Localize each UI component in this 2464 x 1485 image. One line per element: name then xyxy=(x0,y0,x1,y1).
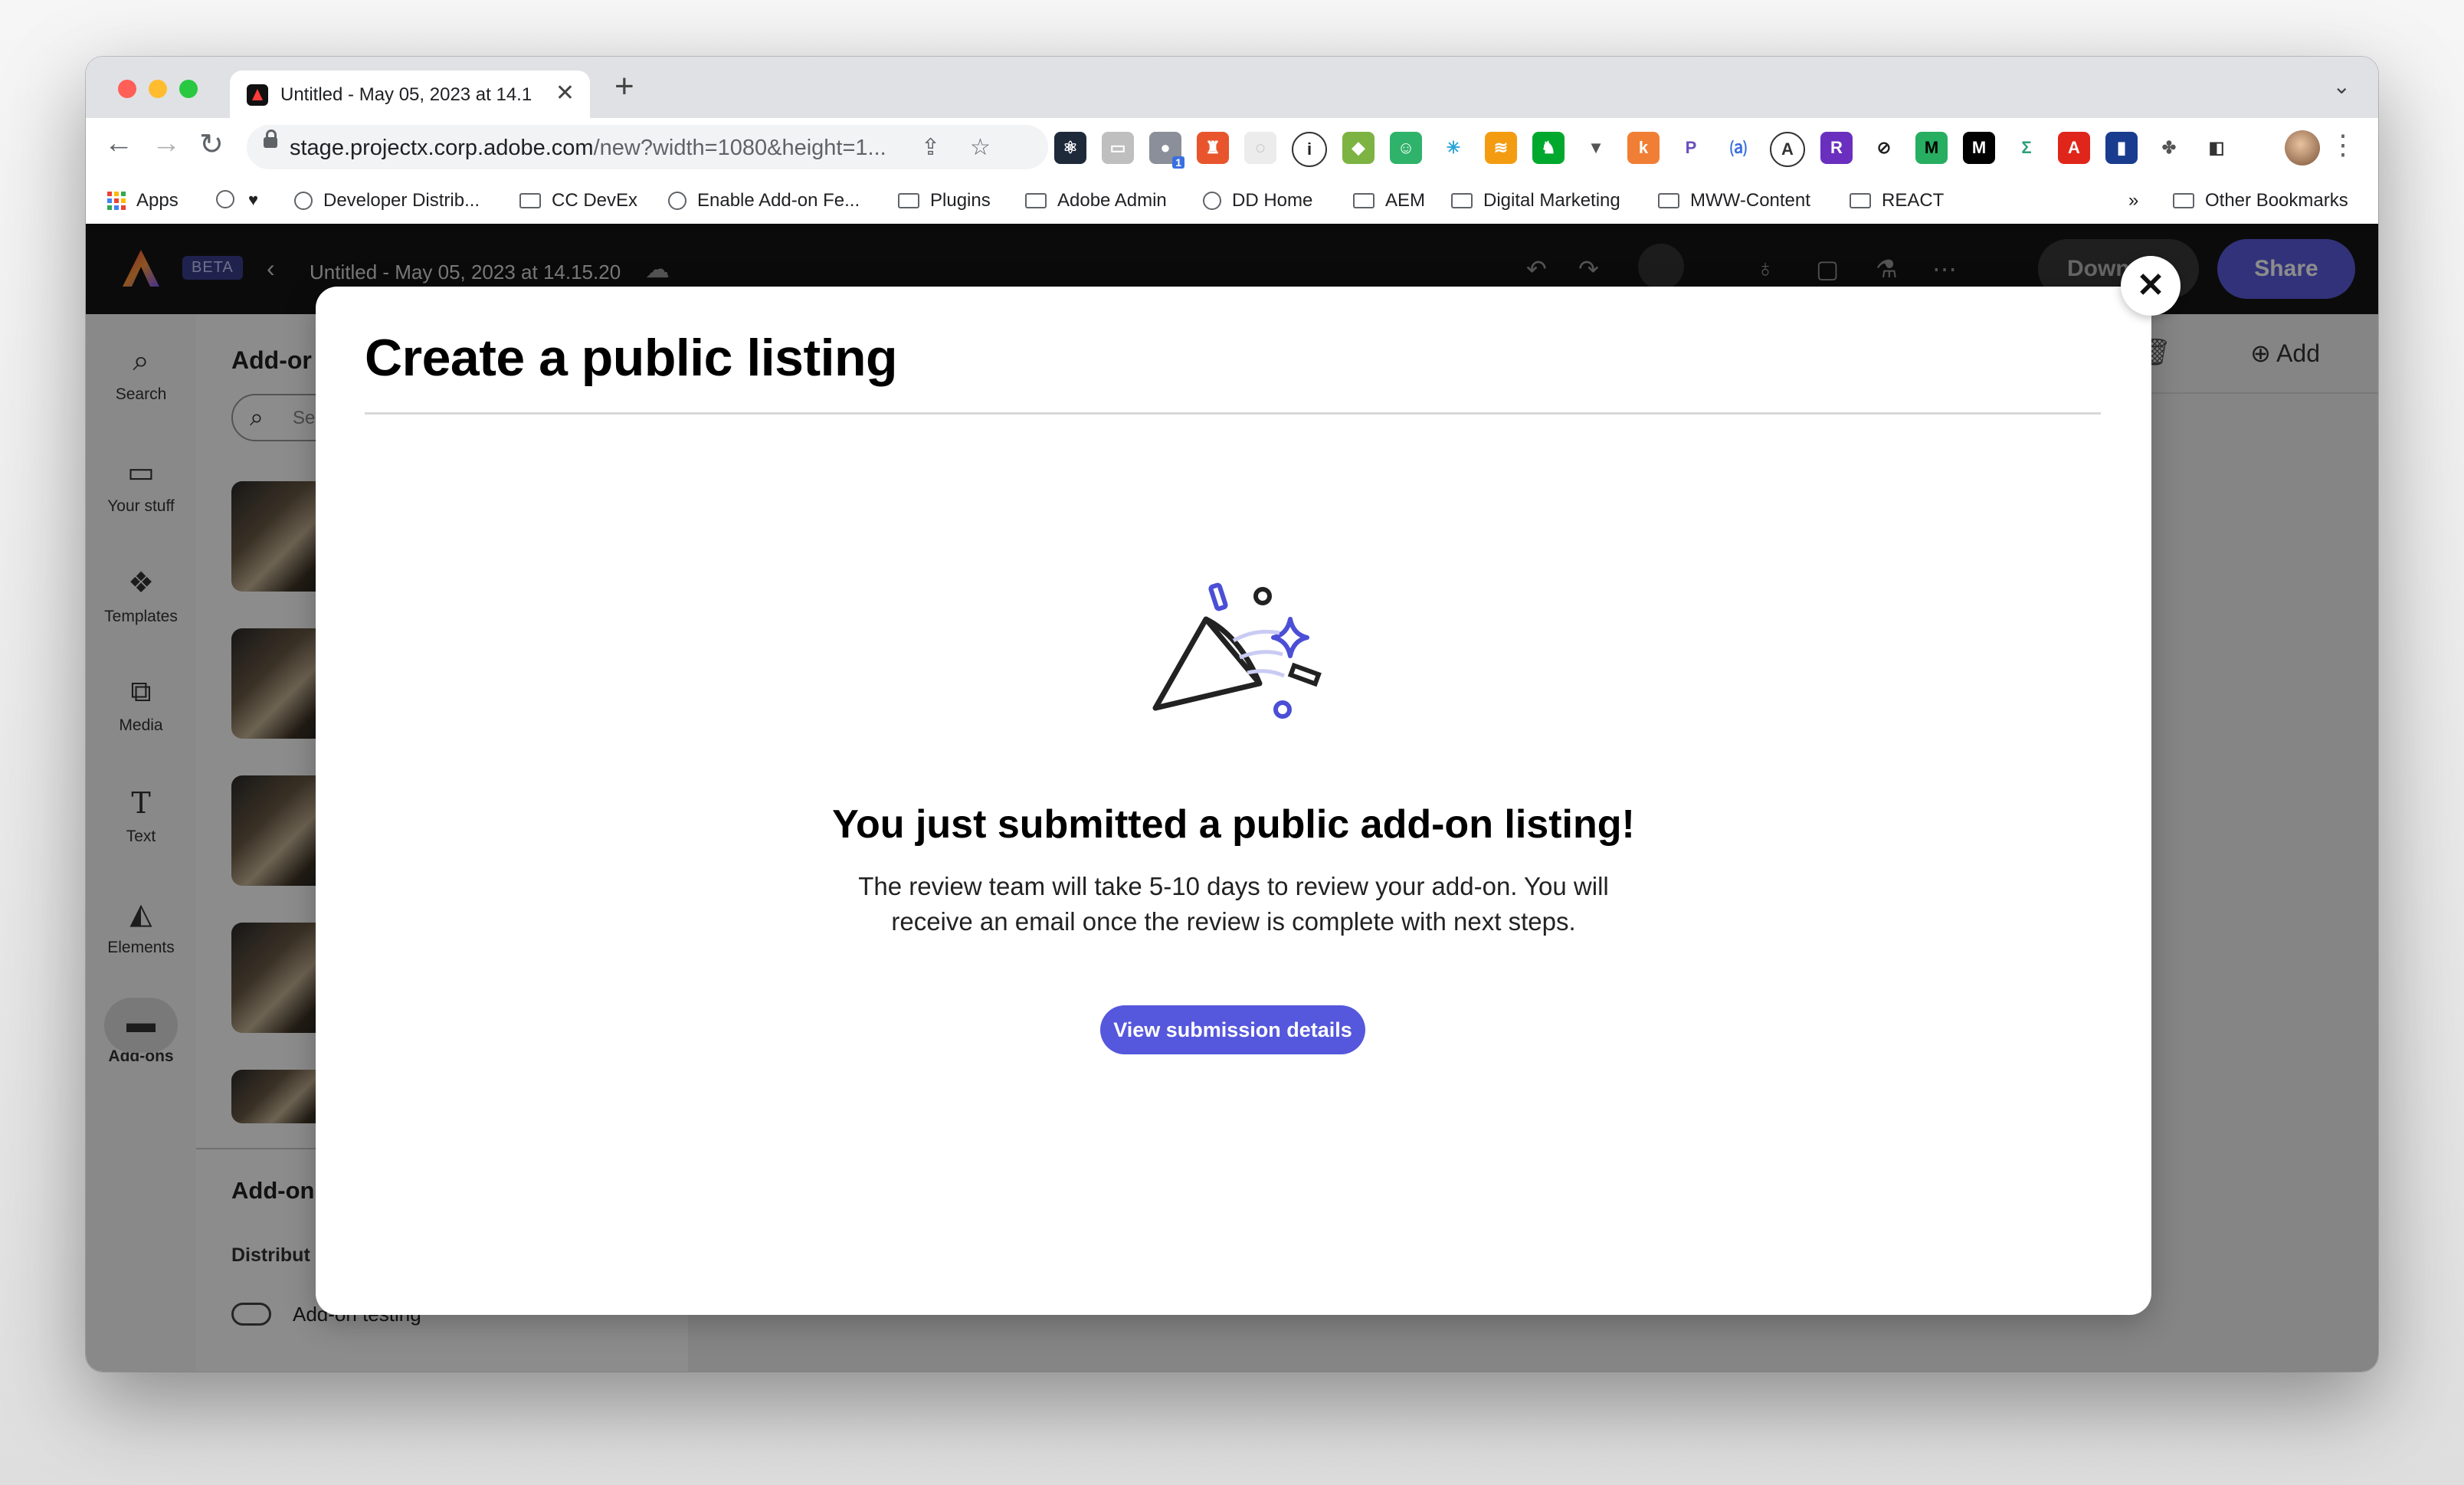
rss-icon[interactable]: ≋ xyxy=(1485,132,1517,164)
globe-icon xyxy=(1203,192,1221,210)
bookmark-enable-addon[interactable]: Enable Add-on Fe... xyxy=(668,190,860,211)
browser-toolbar: ← → ↻ stage.projectx.corp.adobe.com/new?… xyxy=(86,118,2378,178)
vue-devtools-icon[interactable]: ▼ xyxy=(1580,132,1612,164)
blocker-icon[interactable]: ⊘ xyxy=(1868,132,1900,164)
browser-tab-active[interactable]: Untitled - May 05, 2023 at 14.1 ✕ xyxy=(230,70,590,118)
bookmark-adobe-admin[interactable]: Adobe Admin xyxy=(1025,190,1167,211)
folder-icon xyxy=(1850,193,1871,208)
folder-icon xyxy=(1025,193,1047,208)
apps-grid-icon xyxy=(107,192,126,210)
globe-icon xyxy=(294,192,313,210)
folder-icon xyxy=(2173,193,2194,208)
bookmarks-bar: Apps ♥ Developer Distrib... CC DevEx Ena… xyxy=(86,178,2378,225)
maximize-window-button[interactable] xyxy=(179,80,198,98)
folder-icon xyxy=(1658,193,1679,208)
forward-arrow-icon[interactable]: → xyxy=(152,127,181,160)
bookmark-other[interactable]: Other Bookmarks xyxy=(2173,190,2348,211)
bookmark-react[interactable]: REACT xyxy=(1850,190,1944,211)
new-tab-button[interactable]: + xyxy=(614,67,634,106)
lighthouse-icon[interactable]: ♜ xyxy=(1197,132,1229,164)
minimize-window-button[interactable] xyxy=(149,80,167,98)
lock-icon xyxy=(264,129,277,148)
react-devtools-icon[interactable]: ⚛ xyxy=(1054,132,1086,164)
close-window-button[interactable] xyxy=(118,80,136,98)
bookmark-star-icon[interactable]: ☆ xyxy=(970,134,991,161)
success-heading: You just submitted a public add-on listi… xyxy=(832,802,1635,847)
adobe-express-favicon-icon xyxy=(247,84,268,106)
extensions-bar: ⚛ ▭ ● 1 ♜ ◌ i ◆ ☺ ✳ ≋ ♞ ▼ k P ⒜ A R ⊘ M M… xyxy=(1054,132,2233,169)
loader-extension-icon[interactable]: ◌ xyxy=(1244,132,1276,164)
bookmark-apps[interactable]: Apps xyxy=(107,190,179,211)
address-bar[interactable]: stage.projectx.corp.adobe.com/new?width=… xyxy=(247,125,1048,169)
modal-divider xyxy=(365,412,2101,415)
view-submission-details-button[interactable]: View submission details xyxy=(1100,1005,1365,1054)
globe-icon xyxy=(216,190,234,208)
profile-avatar[interactable] xyxy=(2285,130,2320,166)
extensions-puzzle-icon[interactable]: ✤ xyxy=(2153,132,2185,164)
chat-extension-icon[interactable]: ▭ xyxy=(1102,132,1134,164)
medium-icon[interactable]: M xyxy=(1963,132,1995,164)
r-extension-icon[interactable]: R xyxy=(1820,132,1853,164)
close-modal-button[interactable]: ✕ xyxy=(2121,256,2181,316)
bookmark-cc-devex[interactable]: CC DevEx xyxy=(519,190,637,211)
smile-extension-icon[interactable]: ☺ xyxy=(1390,132,1422,164)
a-circle-icon[interactable]: A xyxy=(1770,132,1805,167)
bookmark-dd-home[interactable]: DD Home xyxy=(1203,190,1312,211)
bookmarks-overflow-button[interactable]: » xyxy=(2128,190,2138,211)
folder-icon xyxy=(1353,193,1375,208)
bookmark-heart[interactable]: ♥ xyxy=(248,190,258,210)
folder-icon xyxy=(898,193,919,208)
shield-extension-icon[interactable]: ▮ xyxy=(2105,132,2138,164)
m-green-icon[interactable]: M xyxy=(1915,132,1948,164)
browser-menu-icon[interactable]: ⋮ xyxy=(2329,129,2357,161)
accessibility-icon[interactable]: ⒜ xyxy=(1722,132,1755,164)
party-popper-icon xyxy=(1152,582,1322,719)
tab-title: Untitled - May 05, 2023 at 14.1 xyxy=(280,84,532,105)
tab-strip: Untitled - May 05, 2023 at 14.1 ✕ + ⌄ xyxy=(86,57,2378,118)
password-manager-icon[interactable]: i xyxy=(1292,132,1327,167)
evernote-icon[interactable]: ♞ xyxy=(1532,132,1565,164)
globe-icon xyxy=(668,192,686,210)
tab-close-icon[interactable]: ✕ xyxy=(555,80,575,107)
bookmark-digital-marketing[interactable]: Digital Marketing xyxy=(1451,190,1620,211)
heart-icon: ♥ xyxy=(248,190,259,209)
bookmark-mww-content[interactable]: MWW-Content xyxy=(1658,190,1810,211)
reload-icon[interactable]: ↻ xyxy=(199,127,224,162)
public-listing-modal: Create a public listing You just submitt… xyxy=(316,287,2151,1315)
bookmark-aem[interactable]: AEM xyxy=(1353,190,1425,211)
back-arrow-icon[interactable]: ← xyxy=(104,127,133,160)
sidebar-toggle-icon[interactable]: ◧ xyxy=(2200,132,2233,164)
url-text[interactable]: stage.projectx.corp.adobe.com/new?width=… xyxy=(290,136,886,161)
badge-extension-icon[interactable]: ● 1 xyxy=(1149,132,1184,169)
adobe-acrobat-icon[interactable]: A xyxy=(2058,132,2090,164)
share-page-icon[interactable]: ⇪ xyxy=(921,134,940,161)
close-icon: ✕ xyxy=(2136,267,2165,304)
success-message: The review team will take 5-10 days to r… xyxy=(858,872,1609,936)
folder-icon xyxy=(519,193,541,208)
sigma-icon[interactable]: Σ xyxy=(2010,132,2043,164)
snowflake-icon[interactable]: ✳ xyxy=(1437,132,1470,164)
android-icon[interactable]: ◆ xyxy=(1342,132,1375,164)
orange-extension-icon[interactable]: k xyxy=(1627,132,1660,164)
bookmark-developer[interactable]: Developer Distrib... xyxy=(294,190,480,211)
bookmark-plugins[interactable]: Plugins xyxy=(898,190,991,211)
p-extension-icon[interactable]: P xyxy=(1675,132,1707,164)
folder-icon xyxy=(1451,193,1473,208)
bookmark-globe[interactable] xyxy=(216,190,245,208)
tab-search-chevron-icon[interactable]: ⌄ xyxy=(2333,74,2351,99)
modal-title: Create a public listing xyxy=(365,329,898,387)
